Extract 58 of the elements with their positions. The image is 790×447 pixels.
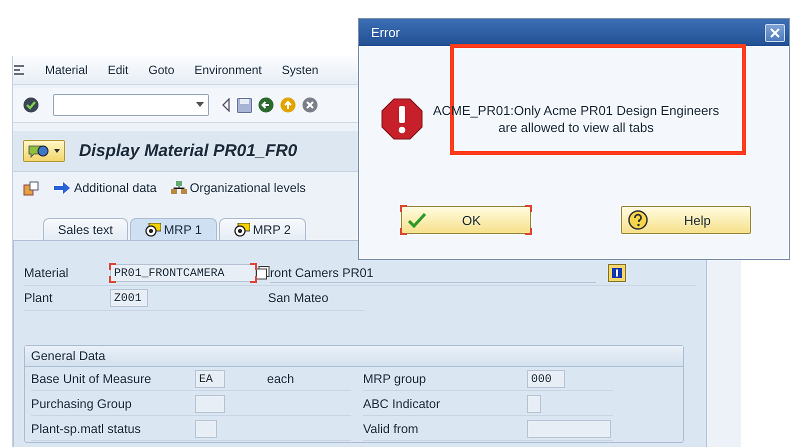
check-icon	[408, 212, 426, 228]
input-field[interactable]: EA	[195, 370, 225, 388]
close-icon	[770, 28, 780, 38]
speech-bubble-icon	[28, 144, 50, 158]
input-field[interactable]: Z001	[110, 289, 148, 307]
toolbar-button[interactable]: Additional data	[53, 181, 157, 195]
field-label: Purchasing Group	[31, 397, 133, 411]
error-icon	[381, 98, 423, 140]
screen-title: Display Material PR01_FR0	[79, 141, 298, 161]
target-icon	[234, 222, 250, 236]
close-button[interactable]	[765, 24, 785, 42]
dialog-title: Error	[371, 25, 400, 40]
arrow-icon	[53, 182, 71, 194]
back-icon	[258, 97, 274, 113]
input-field[interactable]	[527, 420, 611, 438]
menu-item[interactable]: Goto	[148, 63, 174, 77]
input-field[interactable]	[195, 395, 225, 413]
field-label: MRP group	[363, 372, 427, 386]
group-title: General Data	[25, 346, 683, 367]
tab[interactable]: MRP 1	[130, 218, 217, 240]
dropdown-caret-icon	[196, 102, 204, 108]
field-label: Valid from	[363, 422, 420, 436]
check-icon[interactable]	[23, 97, 39, 113]
info-icon[interactable]	[608, 264, 626, 282]
menu-item[interactable]: Edit	[108, 63, 128, 77]
tab[interactable]: Sales text	[43, 218, 128, 240]
input-field[interactable]	[527, 395, 541, 413]
input-field[interactable]: PR01_FRONTCAMERA	[110, 264, 256, 282]
menu-item[interactable]: Environment	[194, 63, 262, 77]
unit-text: each	[267, 372, 294, 386]
input-field[interactable]	[195, 420, 217, 438]
plant-name: San Mateo	[268, 291, 328, 305]
toolbar-button[interactable]: Organizational levels	[170, 181, 306, 195]
caret-icon	[54, 149, 60, 153]
ok-button[interactable]: OK	[401, 206, 531, 234]
save-icon	[237, 98, 252, 112]
menu-item[interactable]: Material	[45, 63, 88, 77]
material-description: ront Camers PR01	[270, 264, 596, 282]
field-label: Material	[24, 266, 70, 280]
input-field[interactable]: 000	[527, 370, 565, 388]
tab[interactable]: MRP 2	[218, 218, 306, 240]
hierarchy-icon	[170, 181, 187, 195]
documents-icon[interactable]	[23, 180, 39, 196]
display-change-button[interactable]	[23, 140, 65, 162]
command-field[interactable]	[53, 94, 209, 116]
question-icon	[628, 210, 648, 230]
menu-item[interactable]: Systen	[282, 63, 318, 77]
field-label: ABC Indicator	[363, 397, 442, 411]
help-button[interactable]: Help	[621, 206, 751, 234]
target-icon	[144, 222, 161, 236]
copy-icon	[256, 266, 270, 280]
field-label: Base Unit of Measure	[31, 372, 152, 386]
cancel-icon	[302, 97, 318, 113]
exit-icon	[280, 97, 296, 113]
back-arrow-icon	[221, 98, 231, 112]
field-label: Plant	[24, 291, 54, 305]
menu-icon	[13, 64, 25, 76]
field-label: Plant-sp.matl status	[31, 422, 142, 436]
